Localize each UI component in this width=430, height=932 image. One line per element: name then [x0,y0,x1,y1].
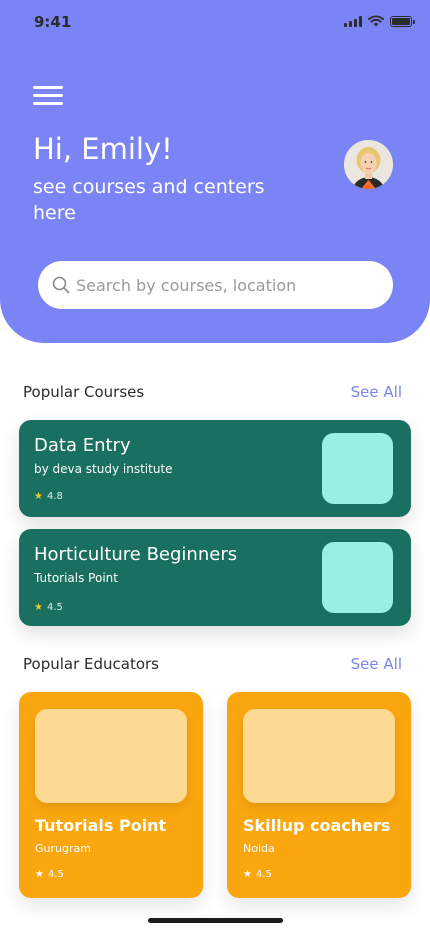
educator-rating-value: 4.5 [255,869,272,880]
search-input[interactable] [76,275,376,295]
popular-courses-title: Popular Courses [23,383,145,401]
star-icon: ★ [243,869,252,880]
cellular-signal-icon [344,15,362,27]
avatar[interactable] [344,140,393,189]
search-bar[interactable] [38,261,393,309]
user-photo [344,140,393,189]
star-icon: ★ [35,869,44,880]
greeting-subtitle: see courses and centers here [33,176,265,224]
course-rating-value: 4.5 [46,602,63,613]
course-title: Data Entry [34,435,131,456]
battery-icon [390,15,415,27]
star-icon: ★ [34,491,43,502]
status-time: 9:41 [34,13,72,31]
educator-thumbnail [243,709,395,803]
course-rating: ★ 4.8 [34,491,63,502]
home-indicator[interactable] [148,918,283,923]
courses-see-all-link[interactable]: See All [351,383,402,401]
course-rating-value: 4.8 [46,491,63,502]
popular-educators-title: Popular Educators [23,655,159,673]
course-rating: ★ 4.5 [34,602,63,613]
course-title: Horticulture Beginners [34,544,238,565]
greeting-title: Hi, Emily! [33,132,173,166]
educator-location: Noida [243,842,275,855]
educator-rating-value: 4.5 [47,869,64,880]
educator-card[interactable]: Skillup coachers Noida ★ 4.5 [227,692,411,898]
educator-name: Tutorials Point [35,816,167,835]
course-provider: by deva study institute [34,462,173,476]
search-icon [52,276,70,294]
status-icons [344,15,415,27]
course-provider: Tutorials Point [34,571,118,585]
educator-name: Skillup coachers [243,816,391,835]
course-card[interactable]: Horticulture Beginners Tutorials Point ★… [19,529,411,626]
menu-icon[interactable] [33,86,63,106]
educator-thumbnail [35,709,187,803]
header-banner: 9:41 Hi, Emily! see courses and centers … [0,0,430,343]
course-thumbnail [322,433,393,504]
wifi-icon [368,15,384,27]
educator-card[interactable]: Tutorials Point Gurugram ★ 4.5 [19,692,203,898]
educator-location: Gurugram [35,842,91,855]
educators-see-all-link[interactable]: See All [351,655,402,673]
educator-rating: ★ 4.5 [243,869,272,880]
star-icon: ★ [34,602,43,613]
educator-rating: ★ 4.5 [35,869,64,880]
course-card[interactable]: Data Entry by deva study institute ★ 4.8 [19,420,411,517]
course-thumbnail [322,542,393,613]
